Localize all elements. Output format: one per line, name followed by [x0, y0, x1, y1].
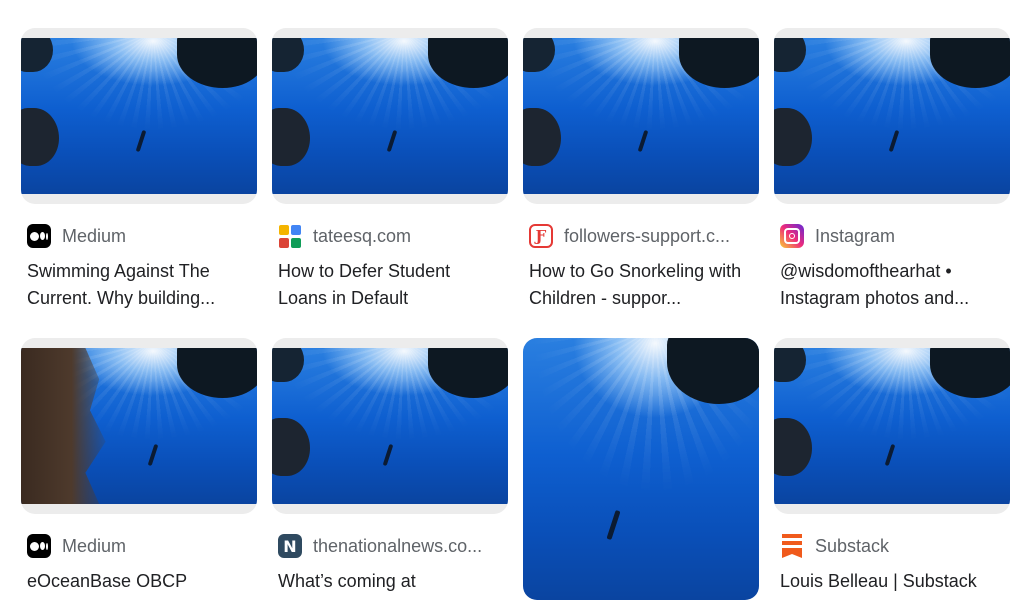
followers-support-icon: Ƒ [529, 224, 553, 248]
medium-icon [27, 224, 51, 248]
source-name[interactable]: Medium [62, 226, 126, 247]
image-result-card[interactable]: Medium Swimming Against The Current. Why… [21, 28, 257, 312]
image-thumbnail[interactable] [523, 28, 759, 204]
result-source[interactable]: Medium [21, 224, 257, 248]
result-source[interactable]: tateesq.com [272, 224, 508, 248]
image-result-card[interactable]: Ƒ followers-support.c... How to Go Snork… [523, 28, 759, 312]
result-source[interactable]: Medium [21, 534, 257, 558]
source-name[interactable]: tateesq.com [313, 226, 411, 247]
source-name[interactable]: Medium [62, 536, 126, 557]
image-result-card[interactable]: Substack Louis Belleau | Substack [774, 338, 1010, 595]
result-title[interactable]: What’s coming at [278, 568, 504, 595]
thenationalnews-icon: N [278, 534, 302, 558]
result-source[interactable]: Substack [774, 534, 1010, 558]
underwater-photo [21, 348, 257, 504]
result-title[interactable]: @wisdomofthearhat • Instagram photos and… [780, 258, 1006, 312]
image-result-card[interactable]: Medium eOceanBase OBCP [21, 338, 257, 595]
image-thumbnail[interactable] [21, 28, 257, 204]
image-results-grid: Medium Swimming Against The Current. Why… [0, 0, 1024, 600]
medium-icon [27, 534, 51, 558]
result-source[interactable]: N thenationalnews.co... [272, 534, 508, 558]
tateesq-icon [278, 224, 302, 248]
result-title[interactable]: eOceanBase OBCP [27, 568, 253, 595]
underwater-photo [272, 348, 508, 504]
underwater-photo [774, 348, 1010, 504]
image-thumbnail[interactable] [21, 338, 257, 514]
underwater-photo [272, 38, 508, 194]
source-name[interactable]: Substack [815, 536, 889, 557]
image-thumbnail[interactable] [523, 338, 759, 600]
result-title[interactable]: How to Go Snorkeling with Children - sup… [529, 258, 755, 312]
instagram-icon [780, 224, 804, 248]
result-title[interactable]: Louis Belleau | Substack [780, 568, 1006, 595]
image-result-card[interactable] [523, 338, 759, 600]
result-source[interactable]: Ƒ followers-support.c... [523, 224, 759, 248]
result-source[interactable]: Instagram [774, 224, 1010, 248]
source-name[interactable]: Instagram [815, 226, 895, 247]
underwater-photo [523, 338, 759, 600]
image-result-card[interactable]: N thenationalnews.co... What’s coming at [272, 338, 508, 595]
source-name[interactable]: followers-support.c... [564, 226, 730, 247]
result-title[interactable]: How to Defer Student Loans in Default [278, 258, 504, 312]
substack-icon [780, 534, 804, 558]
image-thumbnail[interactable] [272, 338, 508, 514]
result-title[interactable]: Swimming Against The Current. Why buildi… [27, 258, 253, 312]
image-thumbnail[interactable] [272, 28, 508, 204]
image-result-card[interactable]: tateesq.com How to Defer Student Loans i… [272, 28, 508, 312]
source-name[interactable]: thenationalnews.co... [313, 536, 482, 557]
underwater-photo [523, 38, 759, 194]
underwater-photo [21, 38, 257, 194]
image-thumbnail[interactable] [774, 338, 1010, 514]
image-result-card[interactable]: Instagram @wisdomofthearhat • Instagram … [774, 28, 1010, 312]
image-thumbnail[interactable] [774, 28, 1010, 204]
underwater-photo [774, 38, 1010, 194]
